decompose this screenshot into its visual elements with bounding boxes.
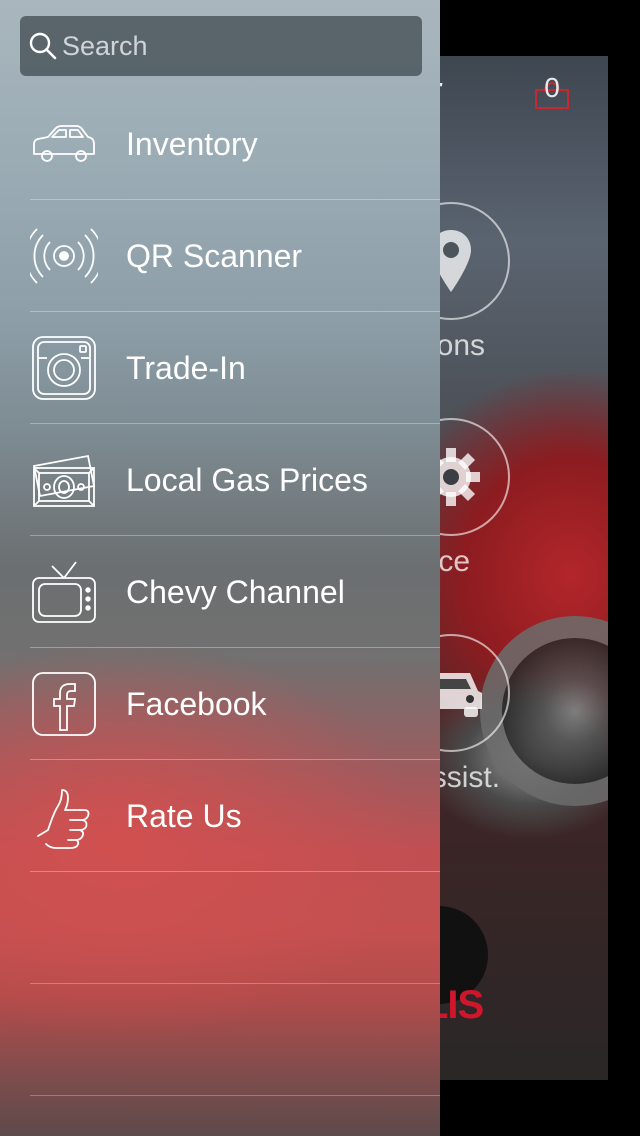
divider [30,1095,440,1096]
menu-item-rate-us[interactable]: Rate Us [0,760,440,872]
cart-button[interactable]: 0 [532,72,572,112]
service-label: ervice [420,545,471,578]
broadcast-icon [24,222,104,290]
tv-icon [30,558,98,626]
camera-icon [30,334,98,402]
roadside-assist-label: k Assist. [420,761,501,794]
menu-item-label: QR Scanner [126,238,303,274]
empty-row [0,872,440,984]
directions-label: ections [420,329,486,362]
car-icon [30,110,98,178]
menu-item-trade-in[interactable]: Trade-In [0,312,440,424]
search-bar[interactable] [20,16,422,76]
menu-item-qr-scanner[interactable]: QR Scanner [0,200,440,312]
menu-item-label: Rate Us [126,798,242,834]
menu-item-facebook[interactable]: Facebook [0,648,440,760]
menu-item-label: Inventory [126,126,258,162]
menu-item-label: Facebook [126,686,267,722]
facebook-icon [30,670,98,738]
menu-item-label: Local Gas Prices [126,462,368,498]
menu-item-label: Chevy Channel [126,574,345,610]
background-app-screen: t 0 ections [420,56,608,1080]
menu-item-chevy-channel[interactable]: Chevy Channel [0,536,440,648]
money-icon [30,446,98,514]
side-menu-drawer: Inventory QR Scanner [0,0,440,1136]
empty-row [0,984,440,1096]
cart-count: 0 [544,72,560,103]
menu-item-label: Trade-In [126,350,246,386]
search-icon [29,32,57,60]
thumbs-up-icon [30,782,98,850]
search-input[interactable] [58,16,422,76]
menu-item-local-gas-prices[interactable]: Local Gas Prices [0,424,440,536]
menu-item-inventory[interactable]: Inventory [0,88,440,200]
